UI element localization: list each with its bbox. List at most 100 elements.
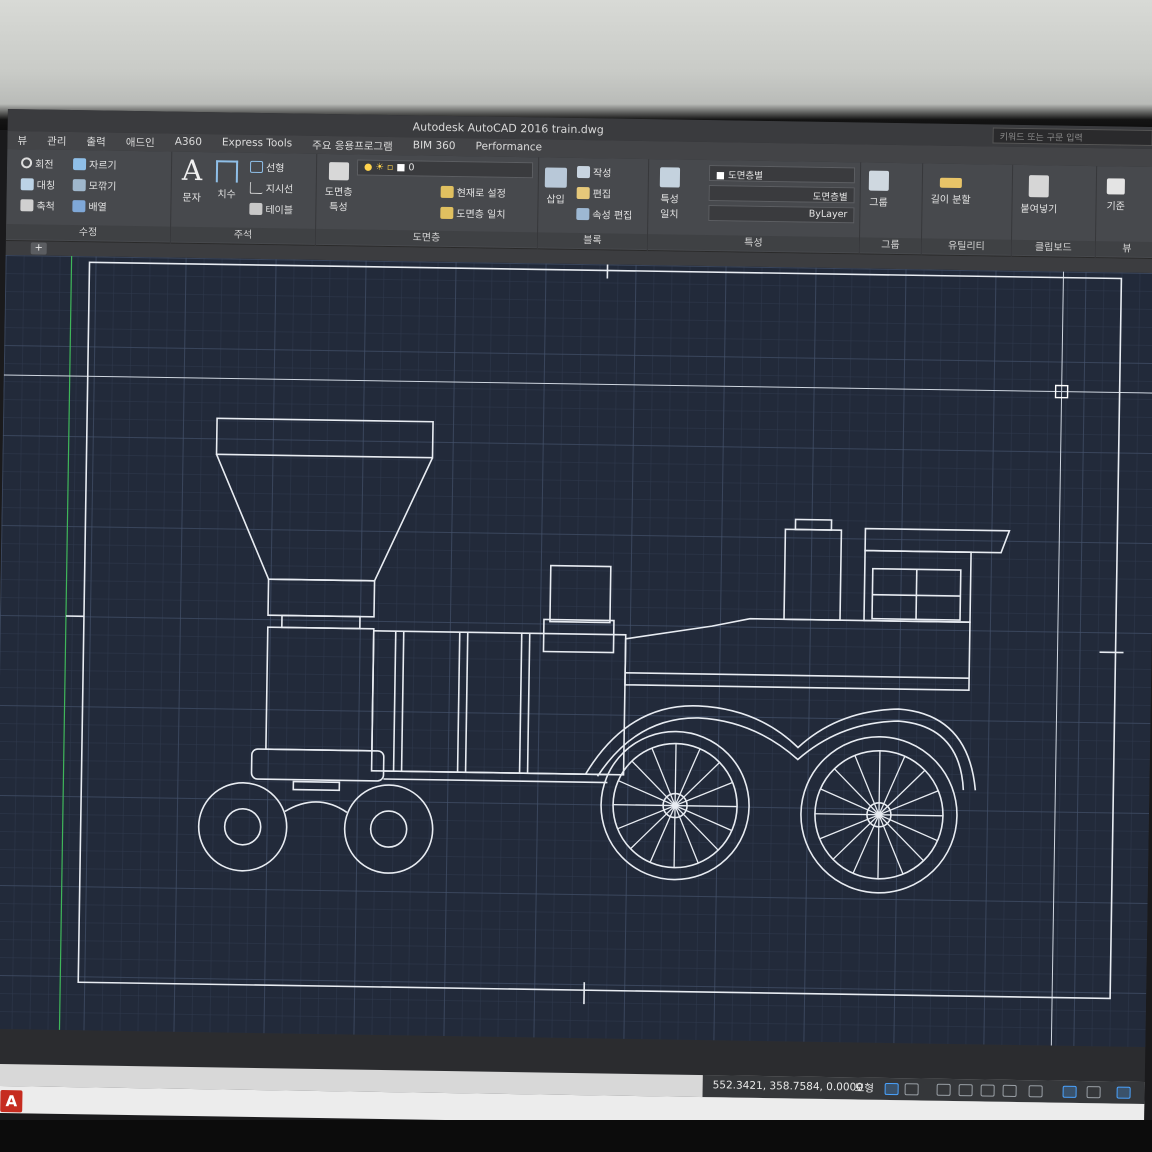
trim-label: 자르기 <box>88 160 117 172</box>
ortho-icon[interactable] <box>980 1084 995 1097</box>
model-space-button[interactable]: 모형 <box>855 1080 875 1095</box>
color-dropdown[interactable]: ■ 도면층별 <box>708 165 856 184</box>
smokestack-cap <box>215 417 434 459</box>
object-snap-icon[interactable] <box>1062 1085 1077 1098</box>
grid-toggle-icon[interactable] <box>884 1082 899 1096</box>
polar-tracking-icon[interactable] <box>1002 1084 1017 1097</box>
base-view-button[interactable]: 기준 <box>1106 178 1126 213</box>
group-label: 그룹 <box>869 197 888 209</box>
isometric-icon[interactable] <box>1028 1085 1043 1098</box>
tab-performance[interactable]: Performance <box>465 138 552 157</box>
new-tab-button[interactable]: + <box>30 242 47 255</box>
measure-button[interactable]: 길이 분할 <box>930 177 971 207</box>
view-panel-label[interactable]: 뷰 <box>1095 241 1152 258</box>
match-properties-button[interactable]: 특성 일치 <box>654 167 685 221</box>
lineweight-value: ByLayer <box>808 208 848 221</box>
tab-addins[interactable]: 애드인 <box>116 133 165 152</box>
y-axis-line <box>58 256 73 1030</box>
paste-label: 붙여넣기 <box>1020 203 1058 216</box>
groups-panel-label[interactable]: 그룹 <box>859 237 922 254</box>
rotate-button[interactable]: 회전 <box>20 155 54 171</box>
edit-attributes-icon <box>576 207 590 220</box>
boiler-band <box>518 633 523 774</box>
edit-block-button[interactable]: 편집 <box>576 185 612 200</box>
layer-dropdown[interactable]: ● ☀ ▫ ■ 0 <box>356 159 534 179</box>
edit-attributes-button[interactable]: 속성 편집 <box>576 206 632 222</box>
block-panel-label[interactable]: 블록 <box>537 232 648 250</box>
properties-panel-label[interactable]: 특성 <box>647 234 860 253</box>
sand-dome-base <box>542 618 615 654</box>
modify-panel: 회전 자르기 대칭 모깎기 축척 배열 수정 <box>5 149 173 244</box>
dynamic-input-icon[interactable] <box>958 1084 973 1097</box>
tab-express-tools[interactable]: Express Tools <box>212 134 302 153</box>
insert-button[interactable]: 삽입 <box>544 167 568 206</box>
utilities-panel: 길이 분할 유틸리티 <box>921 163 1014 257</box>
layer-properties-button[interactable]: 도면층 특성 <box>320 162 357 214</box>
running-board <box>383 770 608 776</box>
set-current-button[interactable]: 현재로 설정 <box>440 184 506 200</box>
array-button[interactable]: 배열 <box>72 198 107 214</box>
scale-button[interactable]: 축척 <box>20 197 55 213</box>
measure-label: 길이 분할 <box>930 194 971 207</box>
tab-view[interactable]: 뷰 <box>7 131 37 149</box>
mirror-button[interactable]: 대칭 <box>20 176 56 192</box>
dimension-button[interactable]: 치수 <box>215 160 239 201</box>
create-block-button[interactable]: 작성 <box>576 164 612 180</box>
cab-wall <box>863 549 972 624</box>
match-layer-label: 도면층 일치 <box>456 209 506 221</box>
match-layer-button[interactable]: 도면층 일치 <box>440 205 506 221</box>
boiler-band <box>526 633 531 774</box>
text-icon: A <box>181 153 203 188</box>
layers-panel-label[interactable]: 도면층 <box>315 228 538 248</box>
sun-icon: ☀ <box>375 161 384 173</box>
trim-button[interactable]: 자르기 <box>72 156 117 172</box>
lightbulb-icon: ● <box>363 161 373 173</box>
leader-label: 지시선 <box>265 184 294 196</box>
lock-icon: ▫ <box>386 161 394 174</box>
snap-toggle-icon[interactable] <box>904 1083 919 1096</box>
modify-panel-label[interactable]: 수정 <box>5 224 171 242</box>
paste-button[interactable]: 붙여넣기 <box>1020 175 1057 216</box>
tab-output[interactable]: 출력 <box>76 132 116 151</box>
base-view-icon <box>1106 178 1126 195</box>
workspace-icon[interactable] <box>1116 1086 1131 1099</box>
fillet-label: 모깎기 <box>88 181 117 193</box>
cab-body <box>624 617 971 691</box>
table-button[interactable]: 테이블 <box>249 201 293 217</box>
search-input[interactable]: 키워드 또는 구문 입력 <box>992 127 1152 146</box>
fillet-button[interactable]: 모깎기 <box>72 177 117 193</box>
infer-constraints-icon[interactable] <box>936 1083 951 1096</box>
annotation-panel-label[interactable]: 주석 <box>170 226 316 244</box>
layer-properties-label: 도면층 특성 <box>324 187 353 214</box>
text-button[interactable]: A 문자 <box>181 153 203 204</box>
boiler-band <box>400 631 405 772</box>
linear-button[interactable]: 선형 <box>249 159 285 174</box>
group-button[interactable]: 그룹 <box>868 170 890 209</box>
tab-bim360[interactable]: BIM 360 <box>403 137 466 156</box>
tab-a360[interactable]: A360 <box>165 133 213 152</box>
autocad-logo-icon[interactable]: A <box>0 1090 23 1113</box>
clipboard-panel-label[interactable]: 클립보드 <box>1011 239 1095 257</box>
smokestack-neck <box>281 614 361 630</box>
annotation-scale-icon[interactable] <box>1086 1086 1101 1099</box>
rotate-icon <box>20 157 33 169</box>
window-transom <box>872 593 961 597</box>
smokestack-collar <box>267 578 376 618</box>
match-layer-icon <box>440 206 454 219</box>
utilities-panel-label[interactable]: 유틸리티 <box>921 238 1011 255</box>
dimension-icon <box>215 160 239 183</box>
measure-icon <box>939 177 962 189</box>
steam-dome-top <box>794 518 833 531</box>
tab-manage[interactable]: 관리 <box>37 131 77 150</box>
drawing-canvas[interactable] <box>0 254 1152 1047</box>
layer-properties-icon <box>328 162 350 181</box>
leader-button[interactable]: 지시선 <box>249 180 294 196</box>
view-panel: 기준 뷰 <box>1095 166 1152 259</box>
linear-icon <box>249 160 264 173</box>
properties-panel: 특성 일치 ■ 도면층별 도면층별 ByLayer 특성 <box>647 159 862 255</box>
linetype-dropdown[interactable]: 도면층별 <box>708 185 855 204</box>
train-drawing <box>3 256 1152 1046</box>
trim-icon <box>72 157 87 170</box>
lineweight-dropdown[interactable]: ByLayer <box>708 205 855 224</box>
tab-featured-apps[interactable]: 주요 응용프로그램 <box>302 136 403 156</box>
